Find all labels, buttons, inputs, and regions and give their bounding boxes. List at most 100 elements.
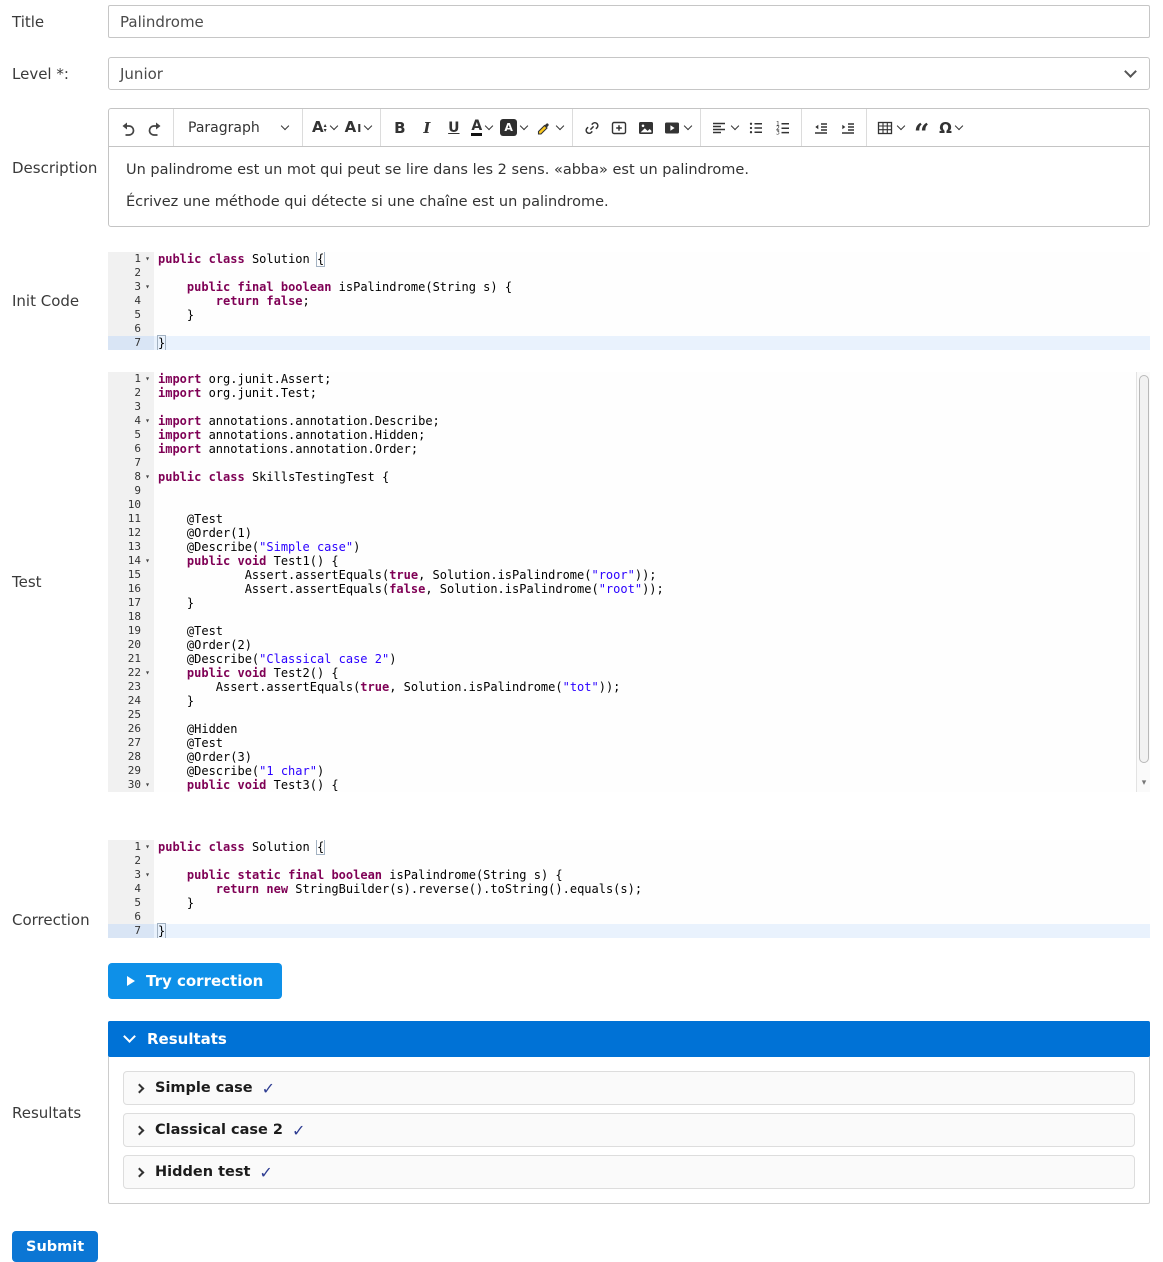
gutter-line-number[interactable]: 13 [108, 540, 154, 554]
fold-arrow-icon[interactable]: ▾ [141, 470, 154, 484]
gutter-line-number[interactable]: 7 [108, 456, 154, 470]
indent-button[interactable] [834, 113, 861, 143]
gutter-line-number[interactable]: 4▾ [108, 414, 154, 428]
gutter-line-number[interactable]: 5 [108, 896, 154, 910]
scrollbar-thumb[interactable] [1139, 375, 1149, 763]
gutter-line-number[interactable]: 9 [108, 484, 154, 498]
gutter-line-number[interactable]: 20 [108, 638, 154, 652]
gutter-line-number[interactable]: 5 [108, 308, 154, 322]
numbered-list-button[interactable]: 123 [769, 113, 796, 143]
media-button[interactable] [659, 113, 695, 143]
gutter-line-number[interactable]: 19 [108, 624, 154, 638]
gutter-line-number[interactable]: 3▾ [108, 280, 154, 294]
gutter-line-number[interactable]: 5 [108, 428, 154, 442]
fold-arrow-icon[interactable]: ▾ [141, 778, 154, 792]
gutter-line-number[interactable]: 24 [108, 694, 154, 708]
gutter-line-number[interactable]: 30▾ [108, 778, 154, 792]
gutter-line-number[interactable]: 11 [108, 512, 154, 526]
gutter-line-number[interactable]: 14▾ [108, 554, 154, 568]
gutter-line-number[interactable]: 4 [108, 882, 154, 896]
result-row[interactable]: Hidden test✓ [123, 1155, 1135, 1189]
code-text [154, 708, 1150, 722]
description-content[interactable]: Un palindrome est un mot qui peut se lir… [109, 147, 1149, 226]
gutter-line-number[interactable]: 22▾ [108, 666, 154, 680]
code-line: 5 } [108, 896, 1150, 910]
gutter-line-number[interactable]: 29 [108, 764, 154, 778]
font-family-button[interactable]: AI [341, 113, 376, 143]
gutter-line-number[interactable]: 16 [108, 582, 154, 596]
underline-button[interactable]: U [440, 113, 467, 143]
init-code-editor[interactable]: 1▾public class Solution {23▾ public fina… [108, 252, 1150, 350]
level-select[interactable]: Junior [108, 57, 1150, 90]
result-row[interactable]: Classical case 2✓ [123, 1113, 1135, 1147]
scrollbar-down-arrow-icon[interactable]: ▾ [1137, 776, 1150, 790]
bold-button[interactable]: B [386, 113, 413, 143]
paragraph-dropdown[interactable]: Paragraph [179, 113, 297, 143]
gutter-line-number[interactable]: 26 [108, 722, 154, 736]
gutter-line-number[interactable]: 15 [108, 568, 154, 582]
font-background-button[interactable]: A [496, 113, 531, 143]
outdent-button[interactable] [807, 113, 834, 143]
fold-arrow-icon[interactable]: ▾ [141, 372, 154, 386]
italic-button[interactable]: I [413, 113, 440, 143]
font-color-button[interactable]: A [467, 113, 496, 143]
result-row[interactable]: Simple case✓ [123, 1071, 1135, 1105]
code-line: 6import annotations.annotation.Order; [108, 442, 1150, 456]
gutter-line-number[interactable]: 1▾ [108, 252, 154, 266]
fold-arrow-icon[interactable]: ▾ [141, 414, 154, 428]
gutter-line-number[interactable]: 17 [108, 596, 154, 610]
code-line: 24 } [108, 694, 1150, 708]
gutter-line-number[interactable]: 27 [108, 736, 154, 750]
gutter-line-number[interactable]: 3 [108, 400, 154, 414]
results-header[interactable]: Resultats [108, 1021, 1150, 1057]
gutter-line-number[interactable]: 7 [108, 924, 154, 938]
code-text: public void Test1() { [154, 554, 1150, 568]
gutter-line-number[interactable]: 6 [108, 322, 154, 336]
fold-arrow-icon[interactable]: ▾ [141, 252, 154, 266]
correction-code-editor[interactable]: 1▾public class Solution {23▾ public stat… [108, 840, 1150, 938]
fold-arrow-icon[interactable]: ▾ [141, 280, 154, 294]
fold-arrow-icon[interactable]: ▾ [141, 840, 154, 854]
gutter-line-number[interactable]: 6 [108, 910, 154, 924]
gutter-line-number[interactable]: 2 [108, 266, 154, 280]
gutter-line-number[interactable]: 28 [108, 750, 154, 764]
font-size-button[interactable]: A▴▾ [308, 113, 341, 143]
code-line: 3▾ public static final boolean isPalindr… [108, 868, 1150, 882]
test-code-editor[interactable]: 1▾import org.junit.Assert;2import org.ju… [108, 372, 1150, 792]
submit-button[interactable]: Submit [12, 1231, 98, 1262]
block-quote-button[interactable]: “ [908, 113, 935, 143]
gutter-line-number[interactable]: 6 [108, 442, 154, 456]
insert-file-button[interactable] [605, 113, 632, 143]
align-button[interactable] [706, 113, 742, 143]
fold-arrow-icon[interactable]: ▾ [141, 554, 154, 568]
gutter-line-number[interactable]: 10 [108, 498, 154, 512]
highlight-button[interactable] [531, 113, 567, 143]
fold-arrow-icon[interactable]: ▾ [141, 868, 154, 882]
editor-scrollbar[interactable]: ▾ [1136, 372, 1150, 792]
try-correction-button[interactable]: Try correction [108, 963, 282, 999]
undo-button[interactable] [114, 113, 141, 143]
special-characters-button[interactable]: Ω [935, 113, 966, 143]
gutter-line-number[interactable]: 4 [108, 294, 154, 308]
code-line: 2 [108, 854, 1150, 868]
gutter-line-number[interactable]: 7 [108, 336, 154, 350]
table-button[interactable] [872, 113, 908, 143]
gutter-line-number[interactable]: 12 [108, 526, 154, 540]
image-button[interactable] [632, 113, 659, 143]
gutter-line-number[interactable]: 1▾ [108, 372, 154, 386]
fold-arrow-icon[interactable]: ▾ [141, 666, 154, 680]
code-text [154, 610, 1150, 624]
gutter-line-number[interactable]: 25 [108, 708, 154, 722]
gutter-line-number[interactable]: 3▾ [108, 868, 154, 882]
gutter-line-number[interactable]: 23 [108, 680, 154, 694]
gutter-line-number[interactable]: 1▾ [108, 840, 154, 854]
gutter-line-number[interactable]: 8▾ [108, 470, 154, 484]
gutter-line-number[interactable]: 2 [108, 386, 154, 400]
link-button[interactable] [578, 113, 605, 143]
gutter-line-number[interactable]: 21 [108, 652, 154, 666]
bulleted-list-button[interactable] [742, 113, 769, 143]
redo-button[interactable] [141, 113, 168, 143]
gutter-line-number[interactable]: 2 [108, 854, 154, 868]
gutter-line-number[interactable]: 18 [108, 610, 154, 624]
title-input[interactable] [108, 5, 1150, 38]
